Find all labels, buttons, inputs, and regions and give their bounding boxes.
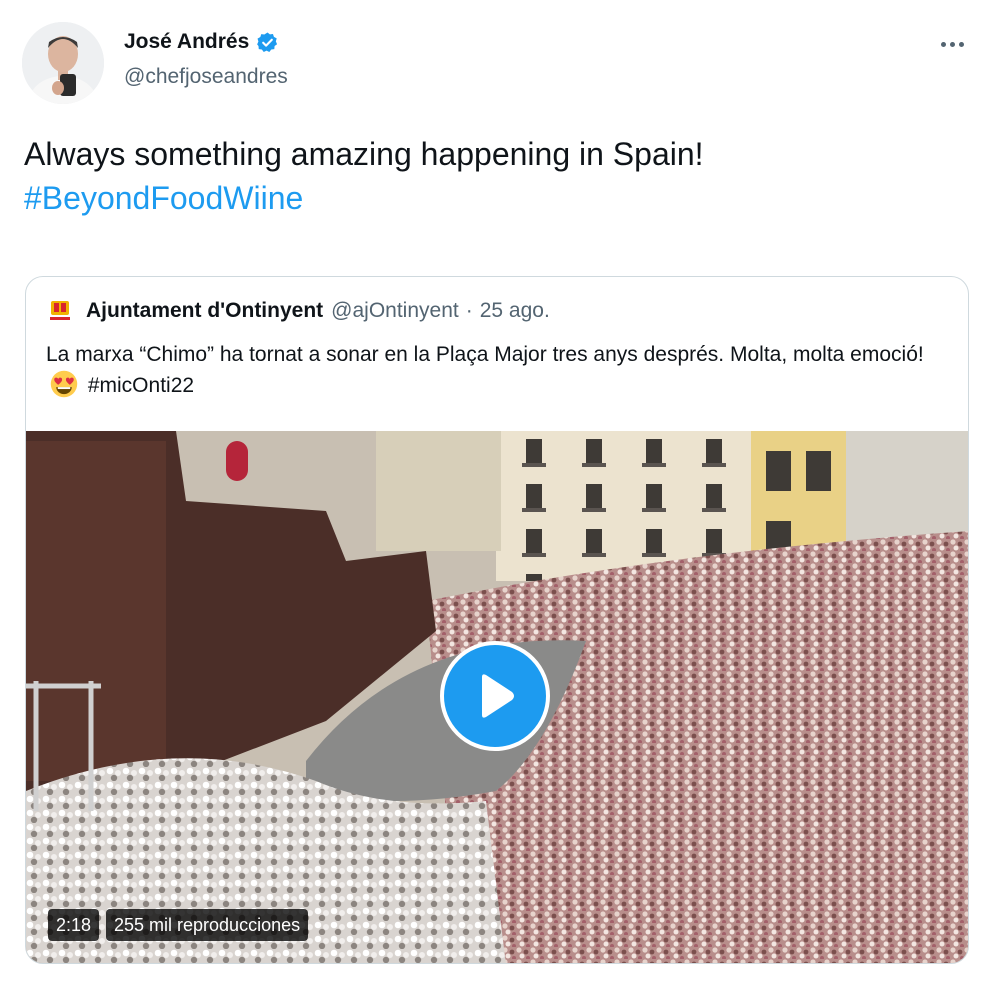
quoted-tweet-card[interactable]: Ajuntament d'Ontinyent @ajOntinyent · 25… bbox=[25, 276, 969, 964]
separator-dot: · bbox=[465, 299, 473, 322]
verified-badge-icon bbox=[257, 31, 278, 52]
quoted-tweet-date[interactable]: 25 ago. bbox=[480, 299, 550, 323]
quoted-body: La marxa “Chimo” ha tornat a sonar en la… bbox=[46, 343, 924, 366]
more-dot bbox=[940, 41, 946, 47]
tweet-body: Always something amazing happening in Sp… bbox=[24, 136, 704, 172]
avatar-image bbox=[22, 22, 104, 104]
author-handle[interactable]: @chefjoseandres bbox=[124, 65, 288, 89]
ajuntament-logo bbox=[50, 301, 70, 320]
video-duration: 2:18 bbox=[48, 909, 100, 941]
quoted-author-name[interactable]: Ajuntament d'Ontinyent bbox=[86, 299, 323, 323]
quoted-hashtag-link[interactable]: #micOnti22 bbox=[88, 374, 194, 397]
author-name[interactable]: José Andrés bbox=[124, 30, 279, 54]
play-icon bbox=[482, 674, 514, 718]
play-button[interactable] bbox=[440, 641, 550, 751]
more-options-icon[interactable] bbox=[937, 34, 967, 54]
quoted-tweet-text: La marxa “Chimo” ha tornat a sonar en la… bbox=[46, 339, 956, 401]
video-player[interactable]: 2:18 255 mil reproducciones bbox=[26, 431, 968, 963]
author-name-text: José Andrés bbox=[124, 30, 250, 53]
smiling-face-with-heart-eyes-icon bbox=[50, 370, 78, 398]
video-view-count: 255 mil reproducciones bbox=[106, 909, 309, 941]
more-dot bbox=[958, 41, 964, 47]
quoted-author-handle[interactable]: @ajOntinyent bbox=[331, 299, 459, 323]
tweet-text: Always something amazing happening in Sp… bbox=[24, 132, 964, 220]
tweet-hashtag-link[interactable]: #BeyondFoodWiine bbox=[24, 176, 964, 220]
more-dot bbox=[949, 41, 955, 47]
quoted-tweet-header: Ajuntament d'Ontinyent @ajOntinyent · 25… bbox=[48, 299, 550, 323]
avatar[interactable] bbox=[22, 22, 104, 104]
